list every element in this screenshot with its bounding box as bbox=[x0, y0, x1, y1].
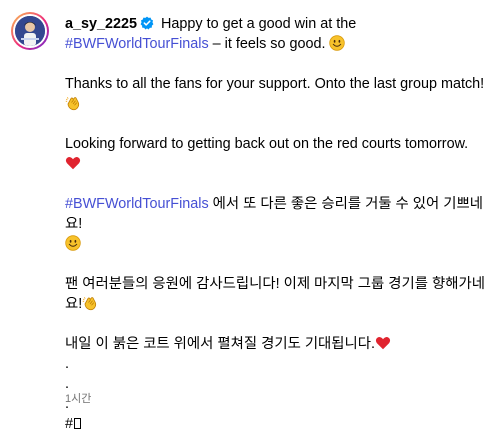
username-link[interactable]: a_sy_2225 bbox=[65, 16, 137, 32]
caption-text-para6: 내일 이 붉은 코트 위에서 펼쳐질 경기도 기대됩니다. bbox=[65, 336, 376, 352]
caption-paragraph-3: Looking forward to getting back out on t… bbox=[65, 134, 485, 174]
caption-text-para3: Looking forward to getting back out on t… bbox=[65, 136, 469, 152]
avatar[interactable] bbox=[11, 12, 49, 50]
dot-line-3: . bbox=[65, 396, 69, 412]
avatar-photo bbox=[15, 16, 45, 46]
caption-text-para2: Thanks to all the fans for your support.… bbox=[65, 76, 485, 92]
avatar-player-image bbox=[15, 16, 45, 46]
avatar-ring-inner bbox=[13, 14, 47, 48]
caption-text-line1: Happy to get a good win at the bbox=[157, 16, 357, 32]
dot-line-2: . bbox=[65, 376, 69, 392]
final-tag-text: # bbox=[65, 416, 74, 432]
post-caption: a_sy_2225 Happy to get a good win at the… bbox=[65, 14, 485, 434]
caption-paragraph-4: #BWFWorldTourFinals 에서 또 다른 좋은 승리를 거둘 수 … bbox=[65, 194, 485, 254]
caption-text-line1-tail: – it feels so good. bbox=[208, 36, 330, 52]
smiling-face-emoji-icon bbox=[329, 35, 346, 51]
instagram-caption-post: a_sy_2225 Happy to get a good win at the… bbox=[0, 0, 497, 432]
smiling-face-emoji-icon bbox=[65, 235, 81, 251]
hashtag-link-2[interactable]: #BWFWorldTourFinals bbox=[65, 196, 209, 212]
dot-line-1: . bbox=[65, 356, 69, 372]
post-timestamp[interactable]: 1시간 bbox=[65, 390, 91, 406]
caption-paragraph-5: 팬 여러분들의 응원에 감사드립니다! 이제 마지막 그룹 경기를 향해가네요! bbox=[65, 274, 485, 314]
caption-text-para5: 팬 여러분들의 응원에 감사드립니다! 이제 마지막 그룹 경기를 향해가네요! bbox=[65, 276, 485, 312]
caption-paragraph-6: 내일 이 붉은 코트 위에서 펼쳐질 경기도 기대됩니다. bbox=[65, 334, 485, 354]
red-heart-emoji-icon bbox=[375, 335, 391, 351]
clapping-hands-emoji-icon bbox=[65, 95, 81, 111]
caption-paragraph-2: Thanks to all the fans for your support.… bbox=[65, 74, 485, 114]
caption-paragraph-1: a_sy_2225 Happy to get a good win at the… bbox=[65, 14, 485, 54]
final-tag-line: # bbox=[65, 414, 485, 434]
missing-glyph-icon bbox=[74, 418, 82, 429]
hashtag-link-1[interactable]: #BWFWorldTourFinals bbox=[65, 36, 209, 52]
red-heart-emoji-icon bbox=[65, 155, 81, 171]
verified-badge-icon bbox=[140, 16, 154, 30]
clapping-hands-emoji-icon bbox=[82, 295, 98, 311]
